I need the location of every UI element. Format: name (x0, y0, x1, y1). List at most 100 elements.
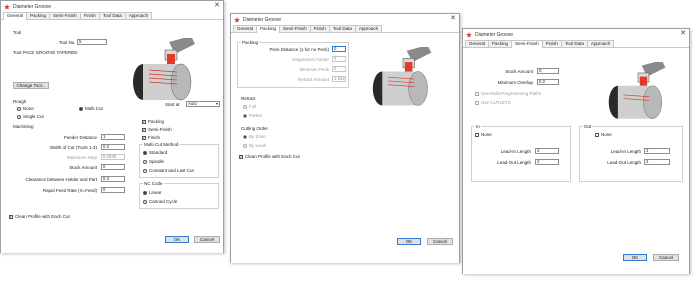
close-icon[interactable]: ✕ (680, 30, 686, 38)
rapid-feed-label: Rapid Feed Rate (X=Feed) (42, 188, 97, 193)
tab-tool-data[interactable]: Tool Data (560, 40, 588, 47)
retract-amount-field[interactable]: 1.942 (332, 76, 346, 82)
tab-semi-finish[interactable]: Semi-Finish (49, 12, 81, 19)
cancel-button[interactable]: Cancel (194, 236, 220, 243)
finish-checkbox[interactable]: ✓ Finish (142, 135, 160, 140)
rapid-feed-field[interactable]: 0 (101, 187, 125, 193)
rough-none-radio[interactable]: None (17, 106, 34, 111)
close-icon[interactable]: ✕ (450, 15, 456, 23)
cutting-order-by-zone-radio[interactable]: By Zone (243, 134, 266, 139)
tab-finish[interactable]: Finish (79, 12, 100, 19)
dialog-body: Packing Peck Distance (1 for no Peck) 0 … (231, 33, 459, 263)
tab-general[interactable]: General (233, 25, 258, 32)
mc-spindle-radio[interactable]: Spindle (143, 159, 164, 164)
app-star-icon (234, 16, 240, 23)
minimum-overlap-label: Minimum Overlap (497, 80, 533, 85)
title-bar: Diameter Groove ✕ (463, 29, 689, 40)
tool-description: Tool PACE GROOVE TAPERED (13, 50, 78, 55)
close-icon[interactable]: ✕ (214, 2, 220, 10)
tool-no-field[interactable]: 5 (77, 39, 107, 45)
tab-semi-finish[interactable]: Semi-Finish (279, 25, 311, 32)
out-lead-out-field[interactable]: 2 (644, 159, 670, 165)
tab-approach[interactable]: Approach (354, 25, 383, 32)
change-tool-button[interactable]: Change Tool... (13, 82, 49, 89)
tab-strip: General Packing Semi-Finish Finish Tool … (1, 12, 223, 20)
tab-strip: General Packing Semi-Finish Finish Tool … (231, 25, 459, 33)
retract-amount-label: Retract Amount (297, 77, 329, 82)
width-of-cut-label: Width of Cut (Tools 1-3) (49, 145, 97, 150)
cutting-order-group-title: Cutting Order (241, 126, 269, 131)
start-at-select[interactable]: Auto ▾ (186, 101, 220, 107)
degression-factor-field[interactable]: 0 (332, 56, 346, 62)
maximum-step-label: Maximum Step (66, 155, 97, 160)
use-cutlets-checkbox[interactable]: Use CUTLETS (475, 100, 511, 105)
tab-packing[interactable]: Packing (488, 40, 513, 47)
dialog-body: Stock Amount 0 Minimum Overlap 0.2 Use M… (463, 48, 689, 274)
retract-partial-radio[interactable]: Partial (243, 113, 262, 118)
nc-linear-radio[interactable]: Linear (143, 190, 162, 195)
clearance-field[interactable]: 0.3 (101, 176, 125, 182)
in-none-checkbox[interactable]: None (475, 132, 492, 137)
tab-approach[interactable]: Approach (124, 12, 153, 19)
clearance-label: Clearance between Holder and Part (25, 177, 97, 182)
cutting-order-by-level-radio[interactable]: By Level (243, 143, 266, 148)
app-star-icon (4, 3, 10, 10)
tab-semi-finish[interactable]: Semi-Finish (511, 40, 543, 48)
retract-group-title: Retract (241, 96, 256, 101)
groove-tool-illustration (133, 38, 195, 101)
peck-distance-field[interactable]: 0 (332, 46, 346, 52)
minimum-peck-field[interactable]: 0 (332, 66, 346, 72)
title-bar: Diameter Groove ✕ (231, 14, 459, 25)
tab-general[interactable]: General (465, 40, 490, 47)
rough-multi-cut-radio[interactable]: Multi Cut (79, 106, 103, 111)
mc-standard-radio[interactable]: Standard (143, 150, 167, 155)
stock-amount-field[interactable]: 0 (101, 164, 125, 170)
in-lead-in-label: Lead-In Length (500, 149, 531, 154)
peck-distance-label: Peck Distance (1 for no Peck) (269, 47, 329, 52)
tab-general[interactable]: General (3, 12, 28, 20)
minimum-overlap-field[interactable]: 0.2 (537, 79, 559, 85)
in-lead-out-label: Lead-Out Length (497, 160, 531, 165)
cancel-button[interactable]: Cancel (427, 238, 453, 245)
rough-single-cut-radio[interactable]: Single Cut (17, 114, 44, 119)
packing-checkbox[interactable]: ✓ Packing (142, 119, 164, 124)
feeder-distance-label: Feeder Distance (63, 135, 97, 140)
clean-profile-checkbox[interactable]: ✓ Clean Profile with Each Cut (239, 154, 300, 159)
ok-button[interactable]: OK (397, 238, 421, 245)
tab-finish[interactable]: Finish (309, 25, 330, 32)
ok-button[interactable]: OK (165, 236, 189, 243)
tool-no-label: Tool No. (59, 40, 76, 45)
out-none-checkbox[interactable]: None (595, 132, 612, 137)
out-lead-out-label: Lead-Out Length (607, 160, 641, 165)
window-title: Diameter Groove (13, 3, 52, 10)
mc-constant-radio[interactable]: Constant and Last Cut (143, 168, 194, 173)
tab-tool-data[interactable]: Tool Data (328, 25, 356, 32)
stock-amount-label: Stock Amount (505, 69, 533, 74)
cancel-button[interactable]: Cancel (653, 254, 679, 261)
tool-group-title: Tool (13, 30, 22, 35)
app-star-icon (466, 31, 472, 38)
window-title: Diameter Groove (243, 16, 282, 23)
tab-packing[interactable]: Packing (26, 12, 51, 19)
in-lead-out-field[interactable]: 2 (535, 159, 559, 165)
feeder-distance-field[interactable]: 1 (101, 134, 125, 140)
maximum-step-field[interactable]: 0.2535 (101, 154, 125, 160)
ok-button[interactable]: OK (623, 254, 647, 261)
clean-profile-checkbox[interactable]: ✓ Clean Profile with Each Cut (9, 214, 70, 219)
in-group-title: In (475, 124, 481, 129)
stock-amount-field[interactable]: 0 (537, 68, 559, 74)
dialog-semi-finish: Diameter Groove ✕ General Packing Semi-F… (462, 28, 690, 274)
width-of-cut-field[interactable]: 0.2 (101, 144, 125, 150)
dialog-general: Diameter Groove ✕ General Packing Semi-F… (0, 0, 224, 253)
tab-strip: General Packing Semi-Finish Finish Tool … (463, 40, 689, 48)
tab-approach[interactable]: Approach (586, 40, 615, 47)
tab-finish[interactable]: Finish (541, 40, 562, 47)
out-lead-in-field[interactable]: 2 (644, 148, 670, 154)
semi-finish-checkbox[interactable]: ✓ Semi-Finish (142, 127, 172, 132)
in-lead-in-field[interactable]: 2 (535, 148, 559, 154)
retract-full-radio[interactable]: Full (243, 104, 256, 109)
tab-tool-data[interactable]: Tool Data (98, 12, 126, 19)
tab-packing[interactable]: Packing (256, 25, 281, 33)
nc-canned-cycle-radio[interactable]: Canned Cycle (143, 199, 177, 204)
multi-programming-paths-checkbox[interactable]: Use Multi-Programming Paths (475, 91, 541, 96)
